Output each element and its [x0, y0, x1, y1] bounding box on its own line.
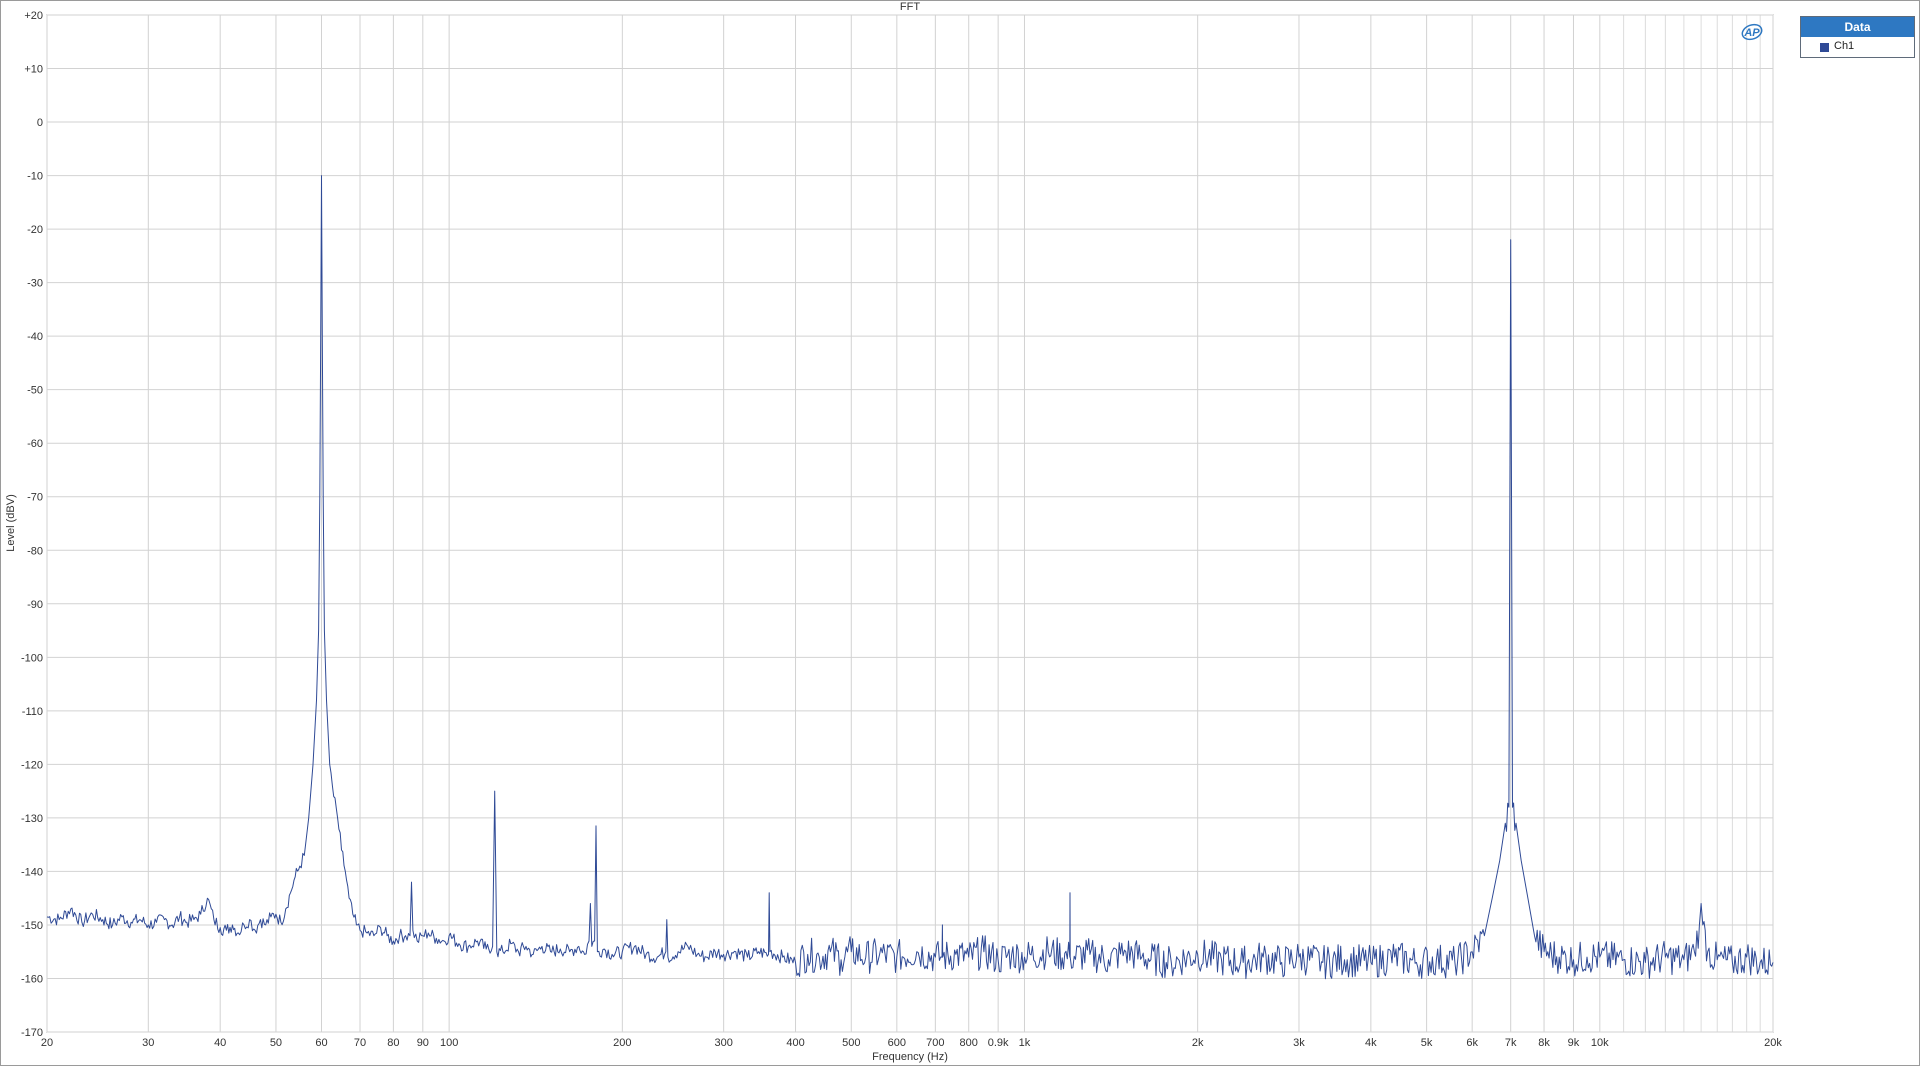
- y-axis: +20 +10 0 -10 -20 -30 -40 -50 -60 -70 -80 -90 -100 -1…: [21, 10, 43, 1039]
- legend: Data Ch1: [1800, 16, 1915, 58]
- x-tick-label: 500: [842, 1037, 860, 1049]
- y-tick-label: -40: [27, 331, 43, 343]
- y-tick-label: -20: [27, 224, 43, 236]
- x-tick-label: 400: [786, 1037, 804, 1049]
- x-tick-label: 70: [354, 1037, 366, 1049]
- chart-title: FFT: [900, 1, 920, 13]
- y-tick-label: -50: [27, 385, 43, 397]
- x-tick-label: 1k: [1019, 1037, 1031, 1049]
- x-tick-label: 9k: [1568, 1037, 1580, 1049]
- y-tick-label: -110: [22, 706, 43, 718]
- y-tick-label: -10: [27, 171, 43, 183]
- y-tick-label: +20: [24, 10, 43, 22]
- x-tick-label: 6k: [1466, 1037, 1478, 1049]
- x-tick-label: 0.9k: [988, 1037, 1009, 1049]
- legend-label: Ch1: [1834, 40, 1855, 52]
- x-tick-label: 200: [613, 1037, 631, 1049]
- y-tick-label: 0: [37, 117, 43, 129]
- legend-swatch: [1820, 43, 1829, 52]
- x-tick-label: 10k: [1591, 1037, 1609, 1049]
- fft-chart: FFT 20 30 40 50 60 70 80 90 100 200 300 400 500 600 70…: [5, 1, 1782, 1063]
- y-tick-label: -80: [27, 545, 43, 557]
- x-tick-label: 4k: [1365, 1037, 1377, 1049]
- x-tick-label: 20k: [1764, 1037, 1782, 1049]
- x-tick-label: 30: [142, 1037, 154, 1049]
- x-axis-label: Frequency (Hz): [872, 1051, 948, 1063]
- x-tick-label: 600: [888, 1037, 906, 1049]
- x-tick-label: 2k: [1192, 1037, 1204, 1049]
- y-tick-label: -70: [27, 492, 43, 504]
- y-tick-label: -160: [21, 973, 43, 985]
- x-tick-label: 80: [387, 1037, 399, 1049]
- y-tick-label: -100: [21, 652, 43, 664]
- x-tick-label: 100: [440, 1037, 458, 1049]
- x-tick-label: 50: [270, 1037, 282, 1049]
- y-tick-label: -30: [27, 278, 43, 290]
- y-tick-label: -90: [27, 599, 43, 611]
- y-tick-label: +10: [24, 64, 43, 76]
- x-tick-label: 7k: [1505, 1037, 1517, 1049]
- x-tick-label: 800: [960, 1037, 978, 1049]
- x-axis: 20 30 40 50 60 70 80 90 100 200 300 400 500 600 700 800…: [41, 1037, 1782, 1049]
- plot-area: [46, 14, 1774, 1033]
- y-tick-label: -170: [21, 1027, 43, 1039]
- y-axis-label: Level (dBV): [5, 494, 17, 551]
- x-tick-label: 40: [214, 1037, 226, 1049]
- y-tick-label: -140: [21, 866, 43, 878]
- x-tick-label: 60: [315, 1037, 327, 1049]
- y-tick-label: -130: [21, 813, 43, 825]
- legend-title: Data: [1801, 17, 1914, 37]
- y-tick-label: -60: [27, 438, 43, 450]
- y-tick-label: -120: [21, 759, 43, 771]
- x-tick-label: 300: [714, 1037, 732, 1049]
- x-tick-label: 8k: [1538, 1037, 1550, 1049]
- x-tick-label: 90: [417, 1037, 429, 1049]
- x-tick-label: 700: [926, 1037, 944, 1049]
- svg-text:AP: AP: [1743, 27, 1760, 39]
- y-tick-label: -150: [21, 920, 43, 932]
- x-tick-label: 3k: [1293, 1037, 1305, 1049]
- x-tick-label: 5k: [1421, 1037, 1433, 1049]
- legend-item-ch1[interactable]: Ch1: [1801, 37, 1914, 57]
